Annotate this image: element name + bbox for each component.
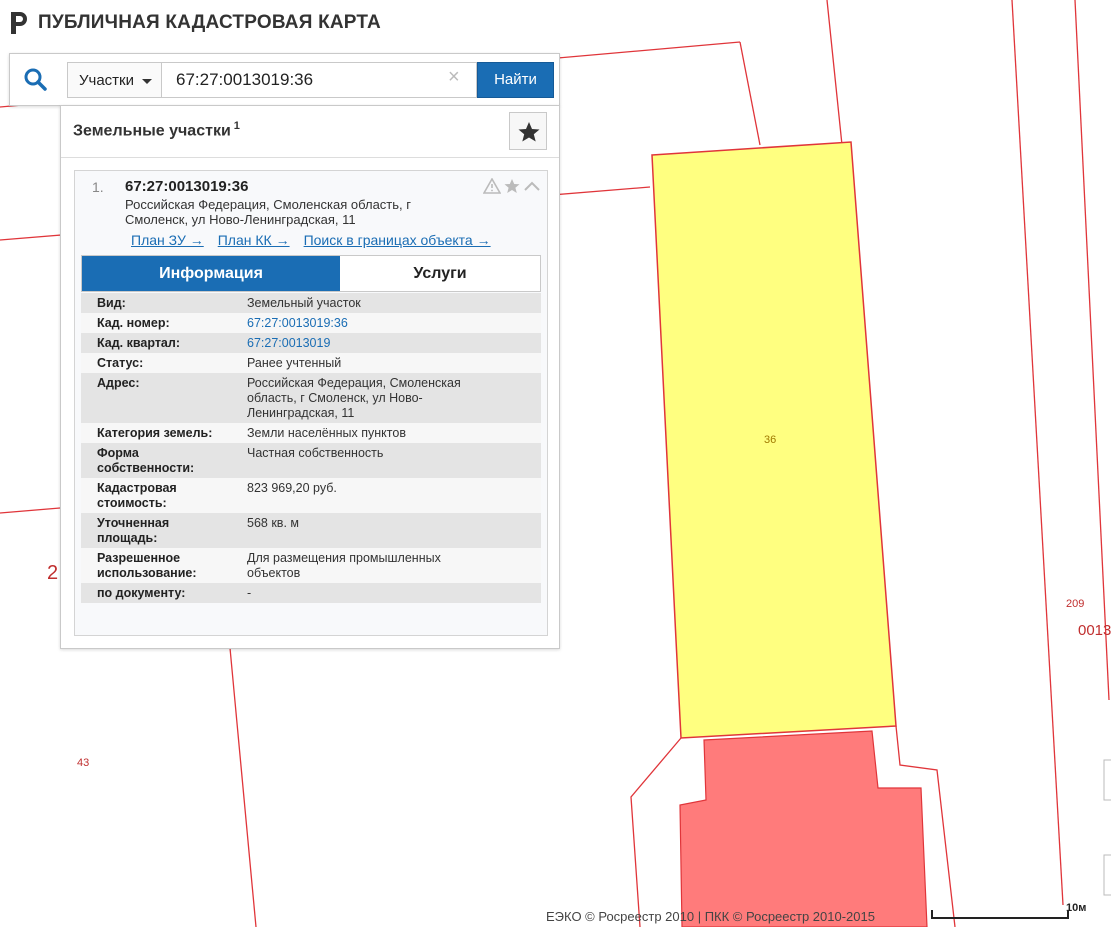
result-address: Российская Федерация, Смоленская область… xyxy=(125,197,411,227)
search-within-object-link[interactable]: Поиск в границах объекта → xyxy=(304,232,491,248)
star-icon xyxy=(518,122,540,142)
panel-title: Земельные участки 1 xyxy=(73,120,240,140)
tab-information[interactable]: Информация xyxy=(82,256,340,291)
row-label: Кад. квартал: xyxy=(97,336,180,350)
parcel-label: 36 xyxy=(764,434,777,446)
chevron-up-icon[interactable] xyxy=(523,178,541,194)
row-value: - xyxy=(247,586,252,600)
search-bar: Участки × Найти xyxy=(9,53,560,106)
logo-icon xyxy=(11,12,27,34)
table-row: Адрес: Российская Федерация, Смоленская … xyxy=(81,373,541,423)
result-count: 1 xyxy=(233,120,240,132)
quarter-label: 2 xyxy=(47,562,59,584)
result-links: План ЗУ → План КК → Поиск в границах объ… xyxy=(131,232,491,248)
table-row: Вид: Земельный участок xyxy=(81,293,541,313)
tab-services[interactable]: Услуги xyxy=(340,256,540,291)
search-input[interactable] xyxy=(161,62,477,98)
row-value: Российская Федерация, Смоленская область… xyxy=(247,376,461,420)
row-value: Для размещения промышленных объектов xyxy=(247,551,441,580)
row-label: Форма собственности: xyxy=(97,446,195,475)
table-row: Кад. номер: 67:27:0013019:36 xyxy=(81,313,541,333)
table-row: Разрешенное использование: Для размещени… xyxy=(81,548,541,583)
favorites-button[interactable] xyxy=(509,112,547,150)
card-actions xyxy=(483,178,541,194)
table-row: Категория земель: Земли населённых пункт… xyxy=(81,423,541,443)
row-value: Земли населённых пунктов xyxy=(247,426,406,440)
row-value: Частная собственность xyxy=(247,446,384,460)
parcel-label: 43 xyxy=(77,757,90,769)
row-value: Ранее учтенный xyxy=(247,356,342,370)
row-label: Адрес: xyxy=(97,376,140,390)
chevron-down-icon xyxy=(142,79,152,84)
star-icon[interactable] xyxy=(503,178,521,194)
table-row: Кадастровая стоимость: 823 969,20 руб. xyxy=(81,478,541,513)
warning-icon[interactable] xyxy=(483,178,501,194)
search-icon[interactable] xyxy=(22,66,50,94)
cadastral-number-link[interactable]: 67:27:0013019:36 xyxy=(231,316,481,331)
row-label: Уточненная площадь: xyxy=(97,516,170,545)
row-value: 568 кв. м xyxy=(247,516,299,530)
plan-zu-link[interactable]: План ЗУ → xyxy=(131,232,204,248)
row-label: Кадастровая стоимость: xyxy=(97,481,177,510)
attributes-table: Вид: Земельный участок Кад. номер: 67:27… xyxy=(81,293,541,603)
quarter-label: 0013 xyxy=(1078,622,1111,639)
object-type-select[interactable]: Участки xyxy=(67,62,162,98)
plan-kk-link[interactable]: План КК → xyxy=(218,232,290,248)
parcel-label: 209 xyxy=(1066,598,1085,610)
row-label: Статус: xyxy=(97,356,144,370)
panel-header: Земельные участки 1 xyxy=(61,106,559,158)
results-panel: Земельные участки 1 1. 67:27:0013019:36 Р… xyxy=(60,105,560,649)
row-value: Земельный участок xyxy=(247,296,361,310)
table-row: Уточненная площадь: 568 кв. м xyxy=(81,513,541,548)
result-tabs: Информация Услуги xyxy=(81,255,541,292)
row-label: Разрешенное использование: xyxy=(97,551,197,580)
row-label: Категория земель: xyxy=(97,426,213,440)
clear-icon[interactable]: × xyxy=(448,66,460,89)
row-label: Вид: xyxy=(97,296,126,310)
row-label: по документу: xyxy=(97,586,186,600)
result-index: 1. xyxy=(92,179,104,195)
find-button[interactable]: Найти xyxy=(477,62,554,98)
result-card: 1. 67:27:0013019:36 Российская Федерация… xyxy=(74,170,548,636)
building-parcel xyxy=(679,730,928,927)
object-type-value: Участки xyxy=(79,72,134,89)
app-title: ПУБЛИЧНАЯ КАДАСТРОВАЯ КАРТА xyxy=(38,12,381,33)
table-row: Статус: Ранее учтенный xyxy=(81,353,541,373)
row-label: Кад. номер: xyxy=(97,316,170,330)
cadastral-quarter-link[interactable]: 67:27:0013019 xyxy=(231,336,481,351)
scale-label: 10м xyxy=(1066,902,1087,914)
table-row: Кад. квартал: 67:27:0013019 xyxy=(81,333,541,353)
row-value: 823 969,20 руб. xyxy=(247,481,337,495)
panel-title-text: Земельные участки xyxy=(73,122,231,140)
result-cadastral-number[interactable]: 67:27:0013019:36 xyxy=(125,178,248,195)
table-row: по документу: - xyxy=(81,583,541,603)
table-row: Форма собственности: Частная собственнос… xyxy=(81,443,541,478)
app-header: ПУБЛИЧНАЯ КАДАСТРОВАЯ КАРТА xyxy=(8,10,381,36)
copyright-footer: ЕЭКО © Росреестр 2010 | ПКК © Росреестр … xyxy=(546,909,875,924)
